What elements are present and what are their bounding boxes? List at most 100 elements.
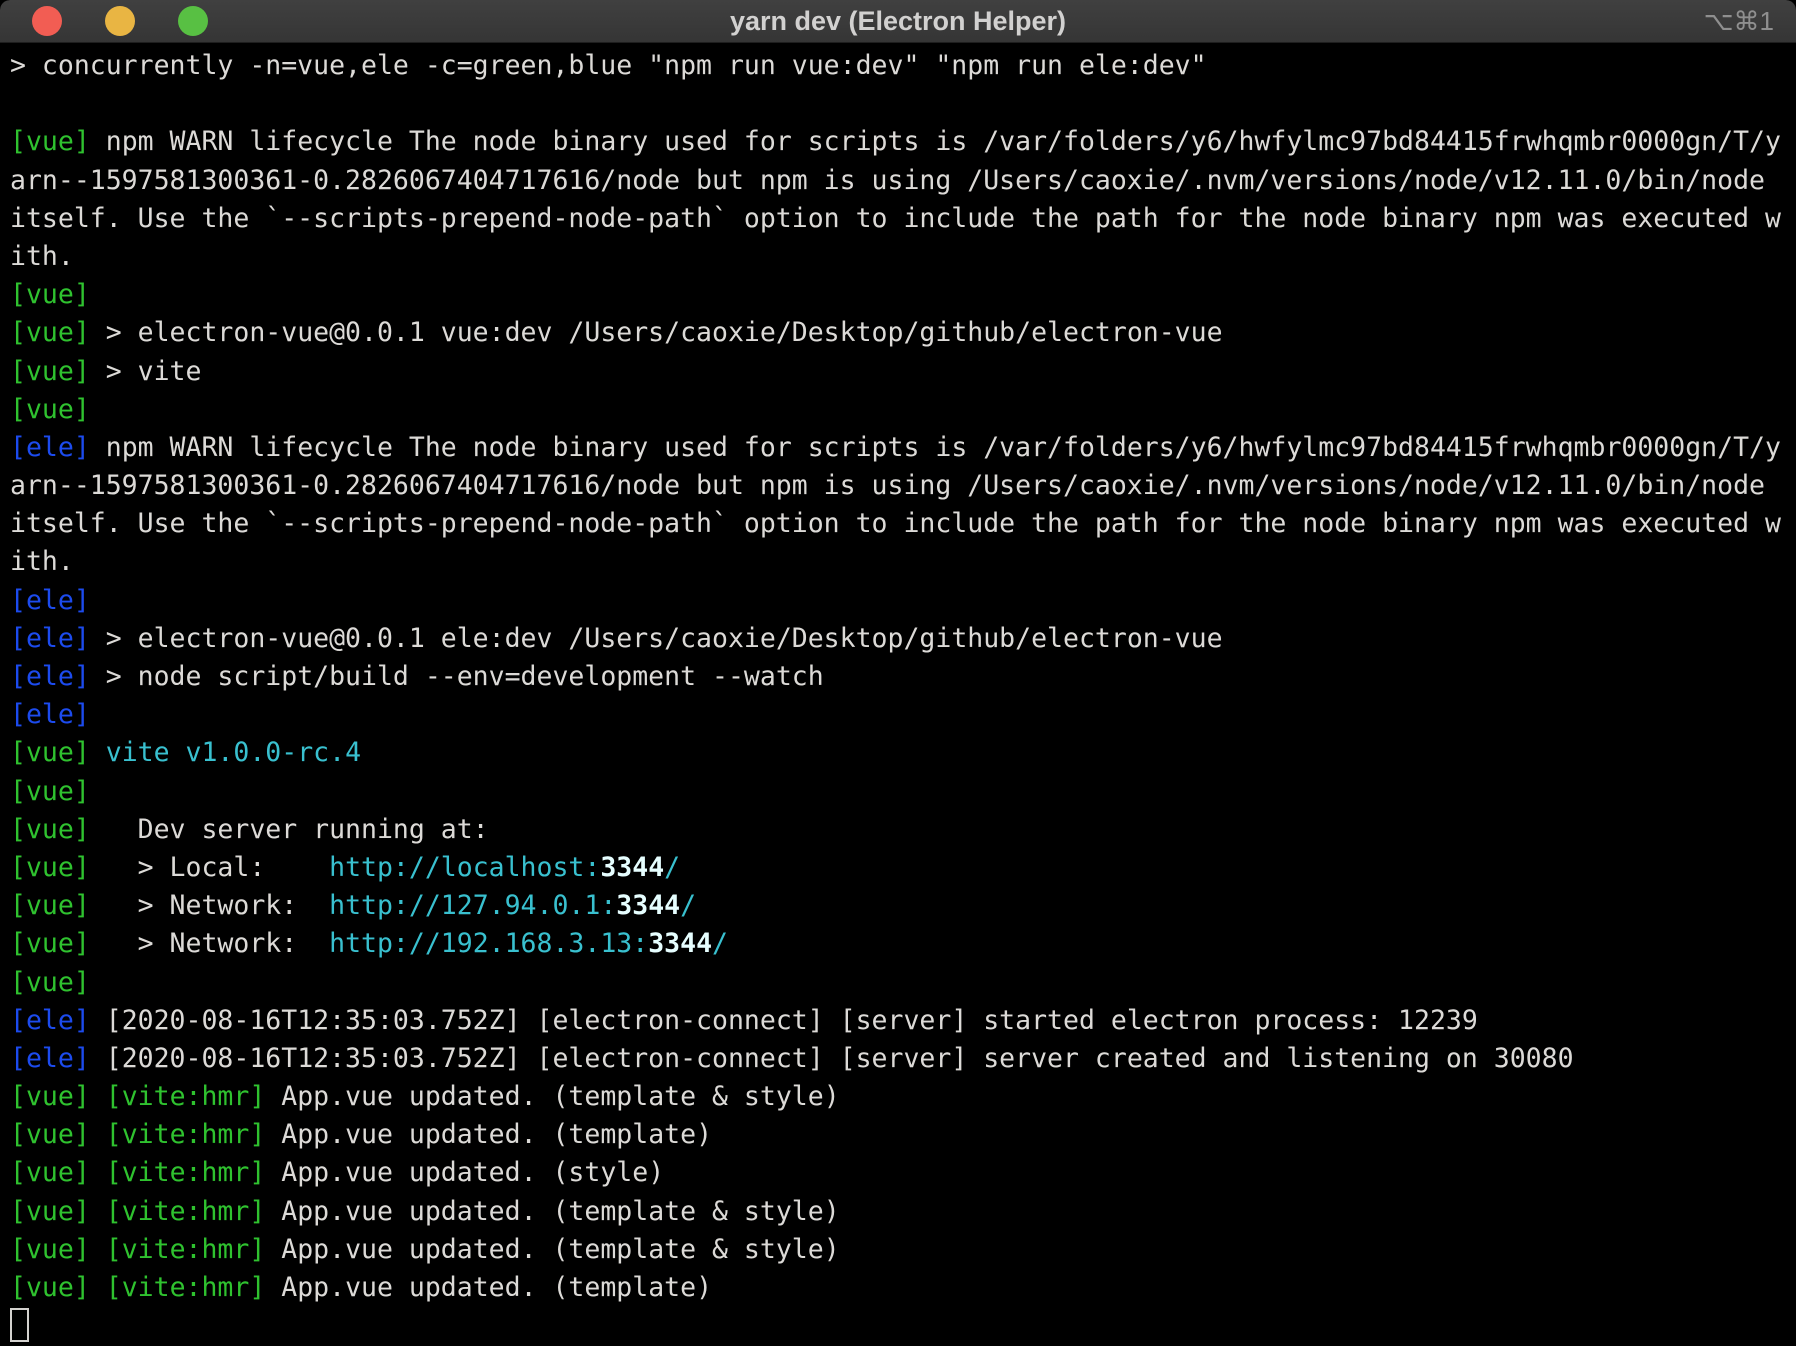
terminal-row: [vue] vite v1.0.0-rc.4 [10, 734, 1796, 772]
terminal-text-segment: [ele] [10, 1043, 90, 1074]
terminal-row: [ele] > electron-vue@0.0.1 ele:dev /User… [10, 620, 1796, 658]
terminal-text-segment: [vue] [10, 776, 90, 807]
terminal-row: [vue] [vite:hmr] App.vue updated. (templ… [10, 1078, 1796, 1116]
terminal-text-segment: App.vue updated. (style) [265, 1157, 664, 1188]
terminal-row: [vue] > vite [10, 353, 1796, 391]
terminal-text-segment: [2020-08-16T12:35:03.752Z] [electron-con… [90, 1005, 1478, 1036]
terminal-text-segment: npm WARN lifecycle The node binary used … [90, 126, 1781, 157]
terminal-text-segment: ith. [10, 241, 74, 272]
terminal-text-segment: > node script/build --env=development --… [90, 661, 824, 692]
terminal-text-segment [90, 1081, 106, 1112]
terminal-text-segment: [vue] [10, 814, 90, 845]
terminal-text-segment: [ele] [10, 432, 90, 463]
terminal-text-segment: [vue] [10, 737, 90, 768]
terminal-text-segment: 3344 [600, 852, 664, 883]
terminal-text-segment: [ele] [10, 1005, 90, 1036]
terminal-text-segment [90, 1196, 106, 1227]
terminal-row: [ele] [2020-08-16T12:35:03.752Z] [electr… [10, 1002, 1796, 1040]
terminal-text-segment: [vue] [10, 890, 90, 921]
terminal-text-segment: Dev server running at: [90, 814, 489, 845]
terminal-text-segment: [vue] [10, 1081, 90, 1112]
terminal-row: ith. [10, 543, 1796, 581]
terminal-row: [vue] npm WARN lifecycle The node binary… [10, 123, 1796, 161]
terminal-row: [vue] [10, 391, 1796, 429]
zoom-button[interactable] [178, 6, 208, 36]
close-button[interactable] [32, 6, 62, 36]
terminal-text-segment: itself. Use the `--scripts-prepend-node-… [10, 508, 1781, 539]
terminal-text-segment: [2020-08-16T12:35:03.752Z] [electron-con… [90, 1043, 1574, 1074]
terminal-text-segment: [vue] [10, 1157, 90, 1188]
terminal-text-segment: [vue] [10, 356, 90, 387]
terminal-text-segment: [vue] [10, 1196, 90, 1227]
terminal-row: itself. Use the `--scripts-prepend-node-… [10, 200, 1796, 238]
terminal-text-segment: [ele] [10, 699, 90, 730]
terminal-text-segment: [vite:hmr] [106, 1272, 266, 1303]
terminal-text-segment: [ele] [10, 623, 90, 654]
terminal-text-segment [90, 1157, 106, 1188]
terminal-text-segment: http://localhost: [329, 852, 600, 883]
terminal-text-segment: [vue] [10, 279, 90, 310]
terminal-text-segment: arn--1597581300361-0.2826067404717616/no… [10, 470, 1765, 501]
terminal-row: [ele] [10, 582, 1796, 620]
terminal-row: [vue] > Network: http://192.168.3.13:334… [10, 925, 1796, 963]
terminal-text-segment: / [664, 852, 680, 883]
terminal-text-segment: [vite:hmr] [106, 1157, 266, 1188]
traffic-lights [32, 0, 208, 42]
terminal-text-segment [90, 1234, 106, 1265]
terminal-row: [vue] [vite:hmr] App.vue updated. (templ… [10, 1116, 1796, 1154]
terminal-text-segment: [vue] [10, 317, 90, 348]
terminal-text-segment: [ele] [10, 585, 90, 616]
terminal-row: > concurrently -n=vue,ele -c=green,blue … [10, 47, 1796, 85]
terminal-row: [vue] > Network: http://127.94.0.1:3344/ [10, 887, 1796, 925]
terminal-text-segment: [vite:hmr] [106, 1081, 266, 1112]
terminal-text-segment: > Local: [90, 852, 329, 883]
terminal-row: [vue] [10, 964, 1796, 1002]
terminal-text-segment: [vue] [10, 394, 90, 425]
title-bar[interactable]: yarn dev (Electron Helper) ⌥⌘1 [0, 0, 1796, 43]
terminal-text-segment [90, 1272, 106, 1303]
terminal-row: arn--1597581300361-0.2826067404717616/no… [10, 162, 1796, 200]
terminal-text-segment [90, 737, 106, 768]
window-title: yarn dev (Electron Helper) [0, 0, 1796, 42]
terminal-row [10, 1307, 1796, 1345]
terminal-text-segment: [vue] [10, 1234, 90, 1265]
terminal-text-segment: / [712, 928, 728, 959]
terminal-text-segment: npm WARN lifecycle The node binary used … [90, 432, 1781, 463]
terminal-row: [ele] [10, 696, 1796, 734]
terminal-text-segment: > Network: [90, 890, 329, 921]
terminal-text-segment: / [680, 890, 696, 921]
terminal-text-segment: [ele] [10, 661, 90, 692]
terminal-text-segment: App.vue updated. (template) [265, 1272, 712, 1303]
terminal-output[interactable]: > concurrently -n=vue,ele -c=green,blue … [0, 43, 1796, 1345]
terminal-row: [vue] [10, 773, 1796, 811]
terminal-row: [vue] [vite:hmr] App.vue updated. (style… [10, 1154, 1796, 1192]
terminal-text-segment: App.vue updated. (template & style) [265, 1234, 839, 1265]
terminal-row: arn--1597581300361-0.2826067404717616/no… [10, 467, 1796, 505]
terminal-cursor [10, 1308, 29, 1342]
terminal-row: [ele] npm WARN lifecycle The node binary… [10, 429, 1796, 467]
terminal-text-segment: App.vue updated. (template & style) [265, 1196, 839, 1227]
terminal-text-segment: [vue] [10, 928, 90, 959]
terminal-text-segment: [vue] [10, 126, 90, 157]
terminal-row: [ele] > node script/build --env=developm… [10, 658, 1796, 696]
terminal-text-segment: [vue] [10, 967, 90, 998]
terminal-text-segment: [vue] [10, 1119, 90, 1150]
terminal-text-segment: http://127.94.0.1: [329, 890, 616, 921]
terminal-text-segment: App.vue updated. (template & style) [265, 1081, 839, 1112]
window-shortcut-badge: ⌥⌘1 [1704, 0, 1774, 42]
terminal-text-segment: [vite:hmr] [106, 1119, 266, 1150]
terminal-row: ith. [10, 238, 1796, 276]
terminal-row: [vue] > Local: http://localhost:3344/ [10, 849, 1796, 887]
minimize-button[interactable] [105, 6, 135, 36]
terminal-text-segment: [vite:hmr] [106, 1196, 266, 1227]
terminal-text-segment: App.vue updated. (template) [265, 1119, 712, 1150]
terminal-text-segment [90, 1119, 106, 1150]
terminal-row: [ele] [2020-08-16T12:35:03.752Z] [electr… [10, 1040, 1796, 1078]
terminal-text-segment: > Network: [90, 928, 329, 959]
terminal-text-segment: vite v1.0.0-rc.4 [106, 737, 361, 768]
terminal-text-segment: > concurrently -n=vue,ele -c=green,blue … [10, 50, 1207, 81]
terminal-row: [vue] [vite:hmr] App.vue updated. (templ… [10, 1269, 1796, 1307]
terminal-window: yarn dev (Electron Helper) ⌥⌘1 > concurr… [0, 0, 1796, 1346]
terminal-text-segment: itself. Use the `--scripts-prepend-node-… [10, 203, 1781, 234]
terminal-row: [vue] [vite:hmr] App.vue updated. (templ… [10, 1193, 1796, 1231]
